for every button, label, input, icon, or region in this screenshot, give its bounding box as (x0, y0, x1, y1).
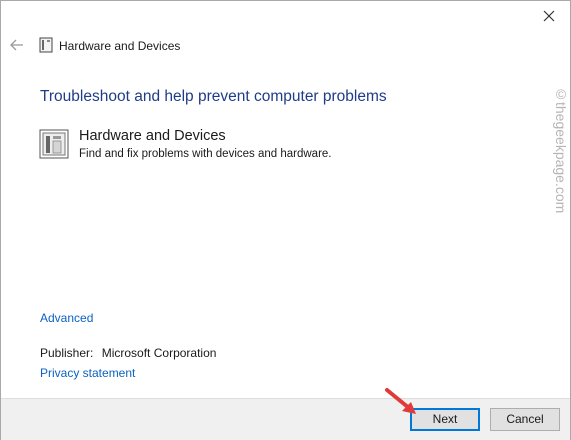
advanced-link[interactable]: Advanced (40, 311, 93, 325)
red-arrow-icon (383, 386, 419, 418)
close-button[interactable] (538, 5, 560, 27)
page-heading: Troubleshoot and help prevent computer p… (40, 88, 387, 105)
next-button[interactable]: Next (410, 408, 480, 431)
hardware-device-icon (39, 129, 69, 164)
publisher-label: Publisher: (40, 346, 94, 360)
back-arrow-icon (10, 39, 23, 51)
publisher-value: Microsoft Corporation (101, 346, 217, 360)
title-bar: Hardware and Devices (1, 31, 570, 63)
hardware-device-icon (39, 37, 53, 58)
watermark-text: ©thegeekpage.com (553, 86, 569, 214)
cancel-button[interactable]: Cancel (490, 408, 560, 431)
footer-bar: Next Cancel (1, 398, 570, 440)
troubleshooter-title: Hardware and Devices (79, 128, 226, 144)
publisher-info: Publisher: Microsoft Corporation (40, 346, 216, 360)
close-icon (543, 10, 555, 22)
privacy-statement-link[interactable]: Privacy statement (40, 366, 135, 380)
troubleshooter-description: Find and fix problems with devices and h… (79, 148, 332, 160)
back-button[interactable] (9, 37, 25, 53)
window-title: Hardware and Devices (59, 39, 181, 53)
troubleshooter-item: Hardware and Devices Find and fix proble… (39, 127, 459, 161)
troubleshooter-window: Hardware and Devices Troubleshoot and he… (0, 0, 571, 440)
